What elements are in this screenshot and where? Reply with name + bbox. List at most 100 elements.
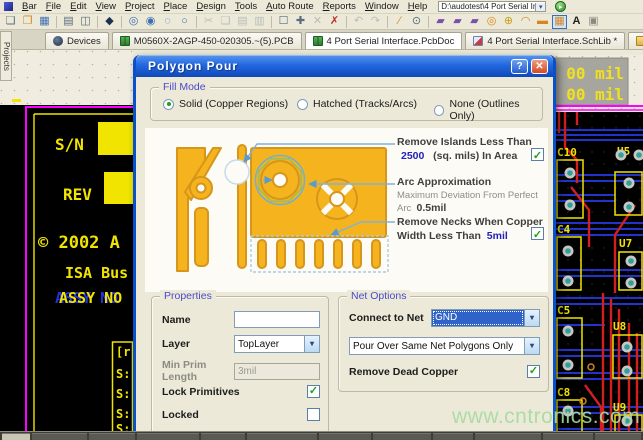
interactive-wiring-icon[interactable]: ∕ — [392, 15, 407, 29]
document-path-combo[interactable]: D:\audotest\4 Port Serial Interf ▾ — [438, 1, 546, 12]
cut-icon[interactable]: ✂ — [201, 15, 216, 29]
ref-u8: U8 — [613, 320, 626, 333]
toolbar-separator — [387, 16, 388, 28]
necks-width-value[interactable]: 5mil — [487, 230, 508, 242]
menu-item-tools[interactable]: Tools — [235, 1, 257, 12]
net-options-group: Net Options Connect to Net GND ▾ Pour Ov… — [338, 296, 549, 392]
place-component-icon[interactable]: ▣ — [586, 15, 601, 29]
new-document-icon[interactable]: ❏ — [3, 15, 18, 29]
tab-devices[interactable]: Devices — [45, 32, 109, 49]
undo-icon[interactable]: ↶ — [351, 15, 366, 29]
zoom-area-icon[interactable]: ◎ — [126, 15, 141, 29]
cross-probe-icon[interactable]: ✕ — [310, 15, 325, 29]
radio-button-icon[interactable] — [297, 99, 308, 110]
menu-item-design[interactable]: Design — [196, 1, 226, 12]
menu-item-auto-route[interactable]: Auto Route — [266, 1, 314, 12]
document-icon — [636, 36, 643, 46]
taskbar-button[interactable] — [2, 433, 30, 440]
radio-hatched[interactable]: Hatched (Tracks/Arcs) — [297, 98, 417, 110]
menu-item-edit[interactable]: Edit — [70, 1, 86, 12]
remove-necks-checkbox[interactable]: ✓ — [531, 227, 544, 240]
radio-button-icon[interactable] — [434, 105, 444, 116]
menu-item-place[interactable]: Place — [164, 1, 188, 12]
radio-solid[interactable]: Solid (Copper Regions) — [163, 98, 288, 110]
connect-net-select[interactable]: GND ▾ — [431, 309, 540, 327]
taskbar-button[interactable] — [201, 433, 245, 440]
zoom-document-icon[interactable]: ◉ — [143, 15, 158, 29]
board-text-rev: REV — [63, 185, 92, 204]
route-diff-pair-icon[interactable]: ▰ — [450, 15, 465, 29]
copy-icon[interactable]: ❏ — [218, 15, 233, 29]
radio-button-icon[interactable] — [163, 99, 174, 110]
menu-item-window[interactable]: Window — [365, 1, 399, 12]
close-button[interactable]: ✕ — [531, 59, 548, 74]
print-icon[interactable]: ▤ — [61, 15, 76, 29]
menu-item-help[interactable]: Help — [408, 1, 428, 12]
help-orb-icon[interactable]: ▸ — [555, 1, 566, 12]
redo-icon[interactable]: ↷ — [368, 15, 383, 29]
move-selection-icon[interactable]: ✚ — [293, 15, 308, 29]
select-area-icon[interactable]: ☐ — [276, 15, 291, 29]
place-string-icon[interactable]: A — [569, 15, 584, 29]
place-fill-icon[interactable]: ▬ — [535, 15, 550, 29]
open-document-icon[interactable]: ❐ — [20, 15, 35, 29]
arc-deviation-value[interactable]: 0.5mil — [417, 202, 447, 214]
taskbar-button[interactable] — [319, 433, 371, 440]
dialog-title-bar[interactable]: Polygon Pour ? ✕ — [136, 55, 553, 77]
zoom-selected-icon[interactable]: ○ — [177, 15, 192, 29]
chevron-down-icon[interactable]: ▾ — [304, 336, 319, 352]
find-similar-icon[interactable]: ⊙ — [409, 15, 424, 29]
paste-icon[interactable]: ▤ — [235, 15, 250, 29]
chevron-down-icon[interactable]: ▾ — [524, 338, 539, 354]
zoom-out-icon[interactable]: ◌ — [160, 15, 175, 29]
help-button[interactable]: ? — [511, 59, 528, 74]
radio-none[interactable]: None (Outlines Only) — [434, 98, 542, 122]
board-box-row: S: — [116, 367, 130, 381]
view-3d-icon[interactable]: ◆ — [102, 15, 117, 29]
remove-islands-checkbox[interactable]: ✓ — [531, 148, 544, 161]
print-preview-icon[interactable]: ◫ — [78, 15, 93, 29]
save-icon[interactable]: ▦ — [37, 15, 52, 29]
main-toolbar: ❏ ❐ ▦ ▤ ◫ ◆ ◎ ◉ ◌ ○ ✂ ❏ ▤ ▥ ☐ ✚ ✕ ✗ ↶ ↷ … — [0, 14, 643, 30]
taskbar-button[interactable] — [543, 433, 593, 440]
taskbar-button[interactable] — [595, 433, 641, 440]
lock-primitives-checkbox[interactable]: ✓ — [307, 385, 320, 398]
taskbar-button[interactable] — [433, 433, 473, 440]
locked-checkbox[interactable] — [307, 408, 320, 421]
tab-serial-pcbdoc[interactable]: 4 Port Serial Interface.PcbDoc — [305, 32, 463, 49]
islands-area-value[interactable]: 2500 — [401, 150, 424, 162]
route-track-icon[interactable]: ▰ — [433, 15, 448, 29]
tab-serial-schlib[interactable]: 4 Port Serial Interface.SchLib * — [465, 32, 625, 49]
projects-panel-tab[interactable]: Projects — [0, 31, 12, 81]
remove-necks-label: Remove Necks When Copper — [397, 216, 543, 228]
remove-islands-label: Remove Islands Less Than — [397, 136, 532, 148]
paste-array-icon[interactable]: ▥ — [252, 15, 267, 29]
menu-item-reports[interactable]: Reports — [323, 1, 356, 12]
clear-filter-icon[interactable]: ✗ — [327, 15, 342, 29]
place-via-icon[interactable]: ⊕ — [501, 15, 516, 29]
remove-dead-copper-checkbox[interactable]: ✓ — [527, 365, 540, 378]
pcb-canvas-right[interactable]: 00 mil 00 mil — [555, 55, 643, 440]
menu-item-view[interactable]: View — [96, 1, 116, 12]
taskbar-button[interactable] — [247, 433, 317, 440]
place-pad-icon[interactable]: ◎ — [484, 15, 499, 29]
taskbar-button[interactable] — [475, 433, 541, 440]
tab-m0560x-pcb[interactable]: M0560X-2AGP-450-020305.~(5).PCB — [112, 32, 302, 49]
chevron-down-icon[interactable]: ▾ — [535, 3, 545, 11]
tab-uart-drivers[interactable]: 4 Port UART and Line Drivers. — [628, 32, 643, 49]
menu-item-project[interactable]: Project — [125, 1, 155, 12]
menu-item-bar[interactable]: Bar — [22, 1, 37, 12]
taskbar-button[interactable] — [89, 433, 135, 440]
name-input[interactable] — [234, 311, 320, 328]
taskbar-button[interactable] — [373, 433, 431, 440]
chevron-down-icon[interactable]: ▾ — [524, 310, 539, 326]
pcb-canvas-left[interactable]: S/N REV © 2002 A ISA Bus ASSY NO ASSY NO… — [0, 50, 133, 432]
place-polygon-pour-icon[interactable]: ▦ — [552, 15, 567, 29]
pour-mode-select[interactable]: Pour Over Same Net Polygons Only ▾ — [349, 337, 540, 355]
place-arc-icon[interactable]: ◠ — [518, 15, 533, 29]
taskbar-button[interactable] — [32, 433, 87, 440]
layer-select[interactable]: TopLayer ▾ — [234, 335, 320, 353]
route-multi-icon[interactable]: ▰ — [467, 15, 482, 29]
taskbar-button[interactable] — [137, 433, 199, 440]
menu-item-file[interactable]: File — [46, 1, 61, 12]
